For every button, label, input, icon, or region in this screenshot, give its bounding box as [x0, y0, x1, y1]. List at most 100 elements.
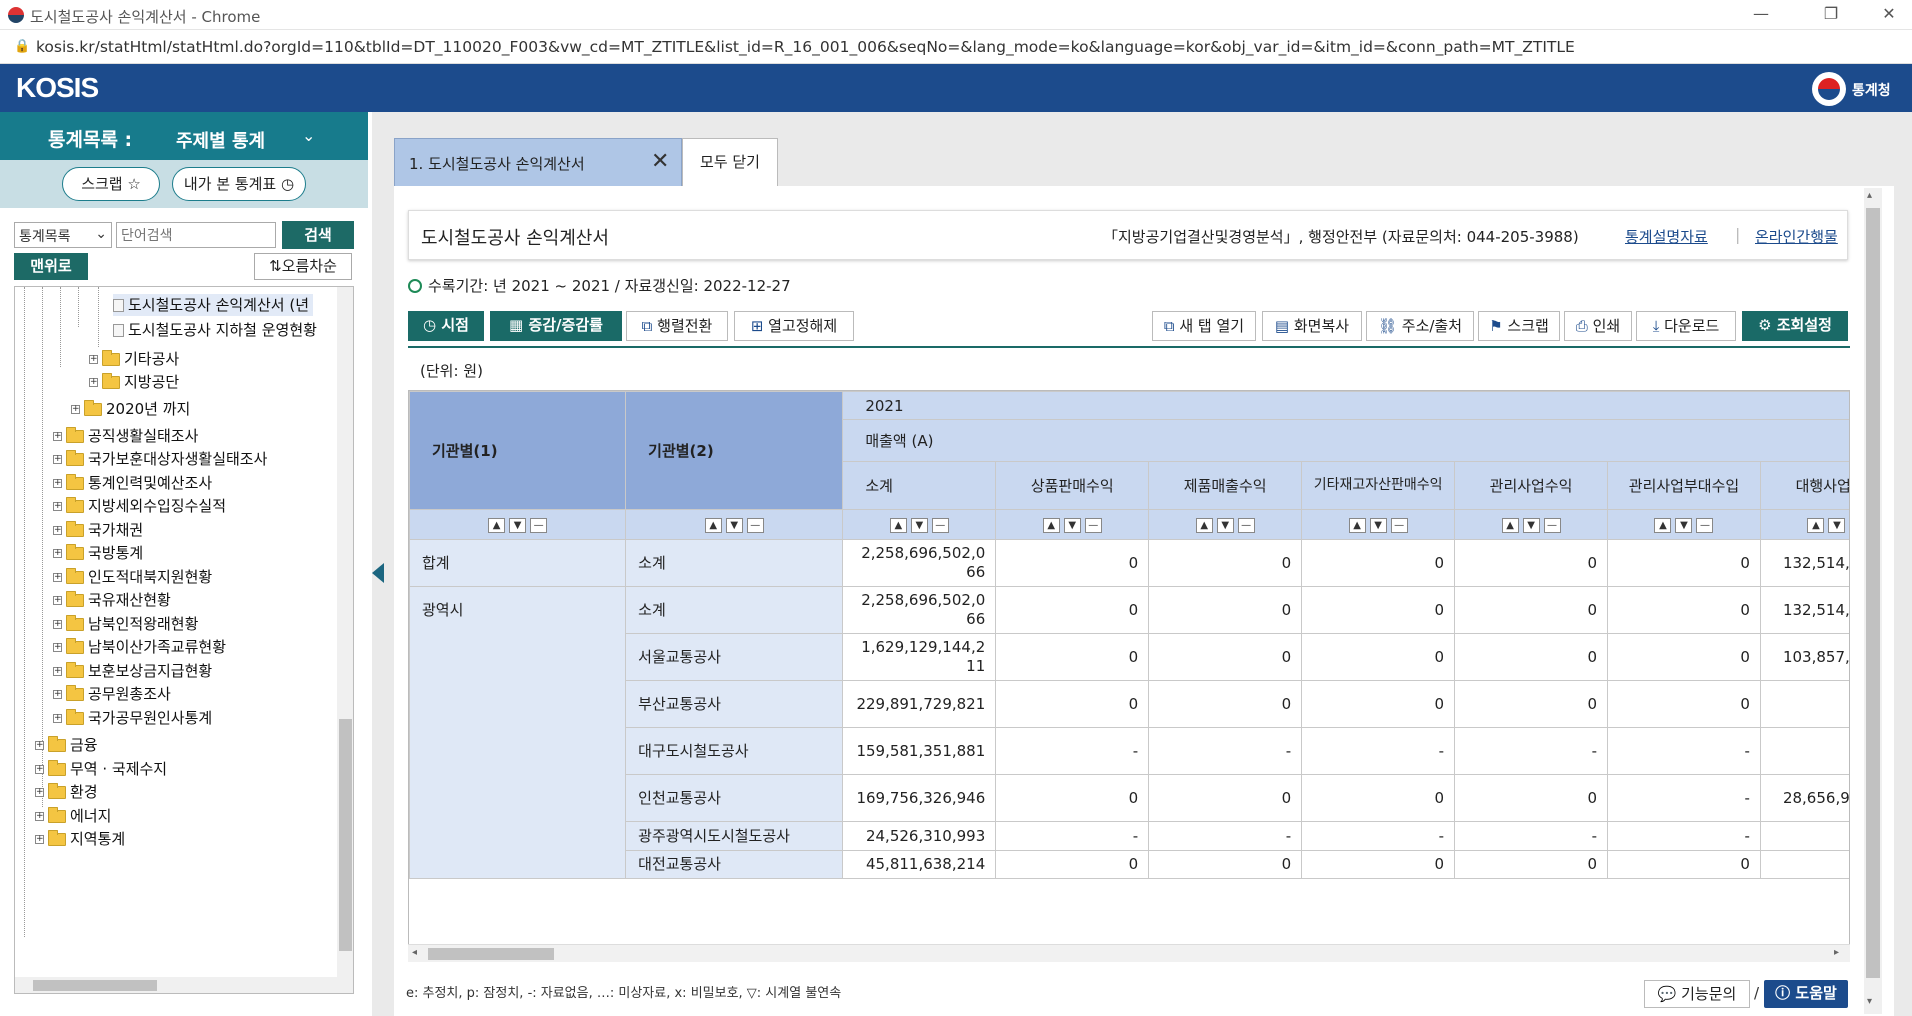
scrap-toolbar-button[interactable]: ⚑ 스크랩 — [1478, 311, 1560, 341]
sort-controls[interactable]: ▲▼— — [1301, 509, 1456, 540]
recent-tables-button[interactable]: 내가 본 통계표 ◷ — [172, 167, 306, 201]
screen-copy-button[interactable]: ▤ 화면복사 — [1262, 311, 1362, 341]
download-button[interactable]: ⤓ 다운로드 — [1636, 311, 1736, 341]
scroll-up-icon[interactable]: ▴ — [1867, 190, 1872, 201]
expand-icon[interactable]: + — [53, 667, 62, 676]
statistics-korea-label[interactable]: 통계청 — [1852, 80, 1891, 100]
sort-controls[interactable]: ▲▼— — [625, 509, 844, 540]
sort-controls[interactable]: ▲▼— — [1454, 509, 1609, 540]
tree-item[interactable]: + 국가보훈대상자생활실태조사 — [53, 448, 267, 470]
top-button[interactable]: 맨위로 — [14, 253, 88, 280]
sort-reset-icon[interactable]: — — [1849, 518, 1850, 533]
scroll-down-icon[interactable]: ▾ — [1867, 996, 1872, 1007]
sort-controls[interactable]: ▲▼— — [1759, 509, 1850, 540]
sort-controls[interactable]: ▲▼— — [1607, 509, 1761, 540]
kosis-logo[interactable]: KOSIS — [16, 72, 99, 104]
expand-icon[interactable]: + — [35, 835, 44, 844]
tree-vertical-scrollbar[interactable] — [337, 287, 353, 977]
expand-icon[interactable]: + — [53, 526, 62, 535]
sort-asc-button[interactable]: ⇅오름차순 — [254, 253, 352, 280]
sort-down-icon[interactable]: ▼ — [509, 517, 527, 533]
sort-down-icon[interactable]: ▼ — [1828, 517, 1846, 533]
expand-icon[interactable]: + — [89, 355, 98, 364]
tab-active[interactable]: 1. 도시철도공사 손익계산서 ✕ — [394, 138, 682, 186]
sort-controls[interactable]: ▲▼— — [842, 509, 997, 540]
statistics-korea-logo-icon[interactable] — [1812, 72, 1846, 106]
expand-icon[interactable]: + — [53, 502, 62, 511]
tree-horizontal-scrollbar[interactable] — [15, 977, 353, 993]
sort-up-icon[interactable]: ▲ — [704, 517, 722, 533]
tree-item[interactable]: + 무역 · 국제수지 — [35, 758, 167, 780]
expand-icon[interactable]: + — [71, 405, 80, 414]
search-button[interactable]: 검색 — [282, 221, 354, 249]
sort-up-icon[interactable]: ▲ — [1807, 517, 1825, 533]
tree-item[interactable]: + 남북인적왕래현황 — [53, 613, 198, 635]
tree-item[interactable]: + 지방세외수입징수실적 — [53, 495, 226, 517]
grid-scroll-thumb[interactable] — [428, 948, 554, 960]
close-all-tabs-button[interactable]: 모두 닫기 — [682, 138, 778, 186]
unfreeze-columns-button[interactable]: ⊞ 열고정해제 — [734, 311, 854, 341]
sort-down-icon[interactable]: ▼ — [1216, 517, 1234, 533]
collapse-sidebar-icon[interactable] — [372, 563, 384, 583]
stat-description-link[interactable]: 통계설명자료 — [1625, 226, 1708, 247]
sort-down-icon[interactable]: ▼ — [1063, 517, 1081, 533]
page-scroll-thumb[interactable] — [1866, 208, 1880, 978]
category-select[interactable]: 통계목록 ⌄ — [14, 222, 112, 248]
tree-scroll-thumb[interactable] — [339, 719, 352, 951]
sort-controls[interactable]: ▲▼— — [995, 509, 1150, 540]
transpose-button[interactable]: ⧉ 행렬전환 — [626, 311, 728, 341]
sort-up-icon[interactable]: ▲ — [1348, 517, 1366, 533]
tree-item[interactable]: + 인도적대북지원현황 — [53, 566, 212, 588]
chevron-down-icon[interactable]: ⌄ — [302, 126, 315, 145]
time-button[interactable]: ◷ 시점 — [408, 311, 484, 341]
sort-reset-icon[interactable]: — — [1543, 517, 1561, 533]
search-input[interactable] — [116, 222, 276, 248]
scrap-button[interactable]: 스크랩 ☆ — [62, 167, 160, 201]
minimize-icon[interactable]: — — [1746, 4, 1776, 23]
tree-item[interactable]: + 금융 — [35, 734, 98, 756]
sort-controls[interactable]: ▲▼— — [1148, 509, 1303, 540]
sort-reset-icon[interactable]: — — [931, 517, 949, 533]
scroll-right-icon[interactable]: ▸ — [1834, 947, 1839, 958]
expand-icon[interactable]: + — [35, 812, 44, 821]
expand-icon[interactable]: + — [53, 690, 62, 699]
expand-icon[interactable]: + — [35, 788, 44, 797]
help-button[interactable]: ⓘ 도움말 — [1764, 980, 1848, 1008]
category-tree[interactable]: 도시철도공사 손익계산서 (년 도시철도공사 지하철 운영현황 + 기타공사 + 지… — [14, 286, 354, 994]
close-icon[interactable]: ✕ — [1874, 4, 1904, 23]
tree-item[interactable]: + 공무원총조사 — [53, 683, 171, 705]
sort-up-icon[interactable]: ▲ — [1501, 517, 1519, 533]
expand-icon[interactable]: + — [53, 643, 62, 652]
query-settings-button[interactable]: ⚙ 조회설정 — [1742, 311, 1848, 341]
maximize-icon[interactable]: ❐ — [1816, 4, 1846, 23]
tree-item[interactable]: + 공직생활실태조사 — [53, 425, 198, 447]
address-source-button[interactable]: ⛓ 주소/출처 — [1366, 311, 1474, 341]
address-bar[interactable]: 🔒 kosis.kr/statHtml/statHtml.do?orgId=11… — [0, 30, 1912, 64]
tree-item[interactable]: + 남북이산가족교류현황 — [53, 636, 226, 658]
online-publication-link[interactable]: 온라인간행물 — [1755, 226, 1838, 247]
tree-item[interactable]: + 국가채권 — [53, 519, 143, 541]
sort-down-icon[interactable]: ▼ — [1522, 517, 1540, 533]
sort-reset-icon[interactable]: — — [1696, 517, 1714, 533]
expand-icon[interactable]: + — [35, 741, 44, 750]
print-button[interactable]: ⎙ 인쇄 — [1564, 311, 1632, 341]
scroll-left-icon[interactable]: ◂ — [412, 947, 417, 958]
page-vertical-scrollbar[interactable]: ▴ ▾ — [1864, 188, 1882, 1014]
close-icon[interactable]: ✕ — [651, 149, 669, 174]
tree-item[interactable]: + 지역통계 — [35, 828, 125, 850]
expand-icon[interactable]: + — [53, 620, 62, 629]
data-grid[interactable]: 기관별(1) 기관별(2) 2021 매출액 (A) 소계 상품판매수익 제품매출수… — [408, 390, 1850, 962]
expand-icon[interactable]: + — [53, 596, 62, 605]
expand-icon[interactable]: + — [53, 432, 62, 441]
sort-reset-icon[interactable]: — — [746, 517, 764, 533]
sort-up-icon[interactable]: ▲ — [488, 517, 506, 533]
sort-down-icon[interactable]: ▼ — [910, 517, 928, 533]
change-rate-button[interactable]: ▦ 증감/증감률 — [490, 311, 622, 341]
sort-reset-icon[interactable]: — — [1084, 517, 1102, 533]
tree-item[interactable]: + 환경 — [35, 781, 98, 803]
tree-item[interactable]: + 보훈보상금지급현황 — [53, 660, 212, 682]
grid-horizontal-scrollbar[interactable]: ◂ ▸ — [408, 944, 1850, 962]
sort-controls[interactable]: ▲▼— — [409, 509, 627, 540]
tree-item[interactable]: 도시철도공사 지하철 운영현황 — [113, 319, 317, 341]
sort-up-icon[interactable]: ▲ — [1042, 517, 1060, 533]
